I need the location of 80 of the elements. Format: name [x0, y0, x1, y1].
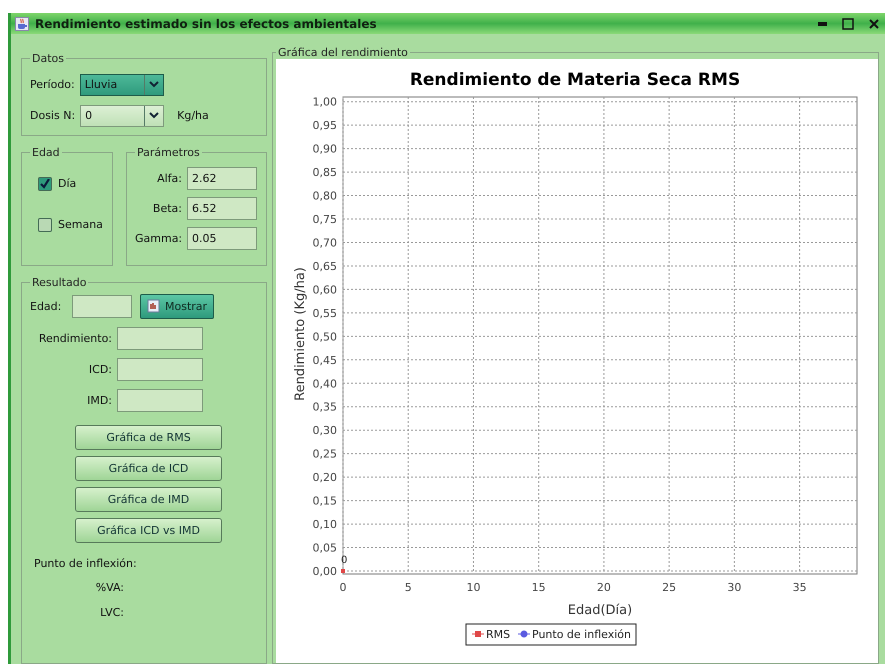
output-label: LVC:: [99, 606, 124, 619]
field-label: Alfa:: [156, 172, 182, 184]
x-tick-label: 20: [596, 581, 611, 594]
y-tick-label: 0,75: [312, 213, 337, 226]
input-field[interactable]: [72, 294, 132, 318]
dropdown[interactable]: 0: [80, 104, 164, 126]
output-field[interactable]: [117, 389, 203, 412]
data-label: 0: [341, 555, 348, 566]
chevron-icon: [148, 81, 159, 88]
field-label: Edad:: [30, 300, 62, 312]
y-tick-label: 0,70: [312, 236, 337, 250]
x-tick-label: 15: [532, 581, 546, 594]
chevron-icon: [149, 112, 160, 119]
x-tick-label: 30: [727, 581, 742, 594]
y-tick-label: 0,95: [312, 119, 337, 132]
field-label: Gamma:: [135, 232, 182, 244]
inflexion-label: Punto de inflexión:: [33, 556, 137, 570]
group-title: Edad: [31, 146, 61, 159]
chart-button[interactable]: Gráfica de IMD: [75, 487, 222, 512]
y-tick-label: 0,15: [312, 494, 337, 508]
input-field[interactable]: 0.05: [187, 226, 257, 250]
dropdown[interactable]: Lluvia: [80, 74, 164, 96]
input-field[interactable]: 2.62: [187, 166, 257, 190]
maximize-icon[interactable]: [842, 18, 854, 30]
legend-label: Punto de inflexión: [532, 628, 631, 641]
legend-label: RMS: [486, 628, 510, 641]
output-field[interactable]: [117, 327, 203, 350]
x-tick-label: 35: [792, 581, 807, 594]
y-tick-label: 0,00: [312, 565, 337, 578]
output-label: %VA:: [94, 581, 124, 594]
y-tick-label: 0,05: [312, 542, 337, 555]
mostrar-button[interactable]: Mostrar: [140, 294, 214, 318]
group-title: Resultado: [31, 276, 88, 289]
y-tick-label: 0,30: [312, 424, 337, 438]
y-tick-label: 0,35: [312, 400, 337, 414]
input-field[interactable]: 6.52: [187, 196, 257, 220]
output-field[interactable]: [117, 358, 203, 381]
field-label: ICD:: [88, 363, 112, 376]
document-icon: [147, 299, 160, 313]
checkbox[interactable]: [38, 176, 52, 190]
y-tick-label: 0,55: [312, 306, 337, 320]
x-tick-label: 0: [340, 581, 346, 594]
field-label: Período:: [30, 78, 75, 91]
close-icon[interactable]: [869, 18, 879, 28]
y-tick-label: 0,25: [312, 448, 337, 461]
chart-title: Rendimiento de Materia Seca RMS: [410, 70, 740, 90]
minimize-icon[interactable]: [818, 22, 826, 26]
y-tick-label: 0,20: [312, 471, 337, 484]
x-tick-label: 10: [466, 581, 480, 594]
checkbox[interactable]: [38, 218, 52, 232]
cup-icon: [15, 16, 29, 30]
x-axis-title: Edad(Día): [568, 603, 632, 618]
y-tick-label: 0,85: [312, 166, 337, 180]
chart-button[interactable]: Gráfica de RMS: [75, 425, 222, 450]
y-tick-label: 0,40: [312, 377, 337, 390]
y-tick-label: 0,50: [312, 330, 337, 344]
field-label: Dosis N:: [30, 109, 76, 122]
data-point: [341, 569, 345, 573]
y-tick-label: 0,65: [312, 260, 337, 273]
window-title: Rendimiento estimado sin los efectos ambientales: [35, 16, 378, 30]
x-tick-label: 5: [404, 581, 412, 594]
field-label: Beta:: [152, 202, 182, 214]
field-label: IMD:: [86, 394, 112, 407]
y-tick-label: 0,10: [312, 518, 337, 532]
group-title: Gráfica del rendimiento: [277, 46, 409, 59]
y-axis-title: Rendimiento (Kg/ha): [293, 267, 308, 401]
y-tick-label: 0,80: [312, 190, 337, 203]
y-tick-label: 0,45: [312, 354, 337, 367]
y-tick-label: 0,90: [312, 142, 337, 156]
group-title: Datos: [31, 52, 65, 65]
y-tick-label: 1,00: [312, 96, 337, 109]
chart-button[interactable]: Gráfica ICD vs IMD: [75, 518, 222, 543]
x-tick-label: 25: [662, 581, 676, 594]
group-title: Parámetros: [136, 146, 201, 159]
checkbox-label: Semana: [58, 218, 103, 231]
unit-label: Kg/ha: [177, 109, 209, 122]
field-label: Rendimiento:: [38, 332, 112, 345]
y-tick-label: 0,60: [312, 283, 337, 296]
chart-button[interactable]: Gráfica de ICD: [75, 456, 222, 481]
checkbox-label: Día: [58, 177, 76, 190]
